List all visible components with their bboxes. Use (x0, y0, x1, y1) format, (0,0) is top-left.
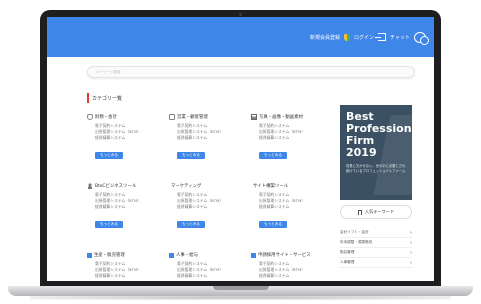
chat-icon[interactable] (414, 31, 429, 45)
more-button[interactable]: もっとみる (95, 152, 123, 159)
category-item-link[interactable]: 経費精算システム (95, 273, 167, 279)
media-icon (251, 114, 257, 120)
keyword-label: 勤怠管理 (340, 250, 355, 254)
category-item-link[interactable]: 経費精算システム (95, 204, 167, 210)
more-button[interactable]: もっとみる (177, 221, 205, 228)
category-item-list: 電子契約システム 出張管理システム（BTM） 経費精算システム (95, 123, 167, 141)
keyword-label: 年末調整・源泉徴収 (340, 240, 373, 244)
category-card: BtoCビジネスツール電子契約システム 出張管理システム（BTM） 経費精算システム… (87, 182, 167, 238)
laptop-base (8, 286, 473, 296)
keyword-label: 人事管理 (340, 260, 355, 264)
category-item-list: 電子契約システム 出張管理システム（BTM） 経費精算システム (259, 192, 331, 210)
category-title-text: サイト構築ツール (253, 184, 289, 189)
heading-accent-bar (87, 93, 89, 103)
category-item-link[interactable]: 経費精算システム (259, 204, 331, 210)
category-title-text: 申請採用サイト・サービス (258, 253, 311, 258)
category-item-link[interactable]: 経費精算システム (177, 273, 249, 279)
category-item-link[interactable]: 経費精算システム (259, 135, 331, 141)
category-card: 生産・販売管理電子契約システム出張管理システム（BTM）経費精算システムもっとみ… (87, 251, 167, 281)
chevron-right-icon: › (410, 249, 412, 256)
square-icon (87, 252, 92, 258)
popular-keywords-button[interactable]: 人気キーワード (340, 205, 412, 219)
category-card: 財務・会計電子契約システム 出張管理システム（BTM） 経費精算システムもっとみる (87, 113, 167, 169)
popular-keywords-label: 人気キーワード (364, 209, 395, 214)
category-item-list: 電子契約システム 出張管理システム（BTM） 経費精算システム (177, 123, 249, 141)
category-title[interactable]: 営業・顧客管理 (169, 113, 249, 121)
register-link[interactable]: 新規会員登録 (310, 34, 340, 41)
section-title: カテゴリ一覧 (92, 95, 123, 102)
keyword-link[interactable]: 人事管理 › (340, 258, 412, 268)
category-card: マーケティング電子契約システム 出張管理システム（BTM） 経費精算システムもっとみ… (169, 182, 249, 238)
category-item-link[interactable]: 経費精算システム (95, 135, 167, 141)
chevron-right-icon: › (410, 229, 412, 236)
keyword-link[interactable]: 年末調整・源泉徴収 › (340, 238, 412, 248)
login-link[interactable]: ログイン (354, 34, 374, 41)
banner-line-4: 2019 (346, 146, 377, 159)
section-heading: カテゴリ一覧 (87, 93, 122, 103)
category-title[interactable]: 生産・販売管理 (87, 251, 167, 259)
category-title-text: 財務・会計 (95, 115, 117, 120)
category-item-list: 電子契約システム 出張管理システム（BTM） 経費精算システム (95, 192, 167, 210)
category-item-link[interactable]: 経費精算システム (177, 135, 249, 141)
cart-icon (169, 114, 175, 120)
keyword-link[interactable]: 勤怠管理 › (340, 248, 412, 258)
hand-icon (87, 114, 93, 120)
category-item-list: 電子契約システム 出張管理システム（BTM） 経費精算システム (177, 261, 249, 279)
category-title-text: BtoCビジネスツール (95, 184, 137, 189)
more-button[interactable]: もっとみる (177, 152, 205, 159)
category-title-text: マーケティング (171, 184, 202, 189)
bookmark-icon (357, 209, 362, 215)
chevron-right-icon: › (410, 239, 412, 246)
keyword-list: 会計ソフト・会計 › 年末調整・源泉徴収 › 勤怠管理 › 人事管理 › (340, 228, 412, 268)
category-item-link[interactable]: 経費精算システム (259, 273, 331, 279)
category-title[interactable]: 人事・給与 (169, 251, 249, 259)
more-button[interactable]: もっとみる (259, 152, 287, 159)
banner-subtitle: 成長に欠かせない、世の中に必要とされ続けているプロフェッショナルファーム (346, 164, 406, 173)
category-title[interactable]: BtoCビジネスツール (87, 182, 167, 190)
category-title[interactable]: 申請採用サイト・サービス (251, 251, 331, 259)
category-item-list: 電子契約システム 出張管理システム（BTM） 経費精算システム (259, 261, 331, 279)
more-button[interactable]: もっとみる (259, 221, 287, 228)
chevron-right-icon: › (410, 259, 412, 266)
header-bar: 新規会員登録 ログイン チャット (47, 17, 434, 57)
chat-link[interactable]: チャット (390, 34, 410, 41)
keyword-label: 会計ソフト・会計 (340, 230, 369, 234)
more-button[interactable]: もっとみる (95, 221, 123, 228)
category-item-list: 電子契約システム 出張管理システム（BTM） 経費精算システム (95, 261, 167, 279)
square-icon (251, 252, 256, 258)
category-title[interactable]: 財務・会計 (87, 113, 167, 121)
category-title[interactable]: マーケティング (169, 182, 249, 190)
camera-dot (239, 13, 242, 16)
keyword-link[interactable]: 会計ソフト・会計 › (340, 228, 412, 238)
category-item-link[interactable]: 経費精算システム (177, 204, 249, 210)
category-card: 人事・給与電子契約システム出張管理システム（BTM）経費精算システムもっとみる (169, 251, 249, 281)
category-card: 営業・顧客管理電子契約システム 出張管理システム（BTM） 経費精算システムもっとみ… (169, 113, 249, 169)
category-title-text: 人事・給与 (176, 253, 198, 258)
best-professional-firm-banner[interactable]: Best Professional Firm 2019 成長に欠かせない、世の中… (340, 105, 412, 200)
category-title-text: 営業・顧客管理 (177, 115, 208, 120)
laptop-notch (212, 286, 269, 290)
category-grid: 財務・会計 電子契約システム 出張管理システム（BTM） 経費精算システム もっとみる営… (87, 113, 335, 281)
category-title-text: 生産・販売管理 (94, 253, 125, 258)
square-icon (169, 252, 174, 258)
category-item-list: 電子契約システム 出張管理システム（BTM） 経費精算システム (259, 123, 331, 141)
search-input[interactable]: キーワード検索 (87, 66, 415, 78)
category-card: 写真・画像・動画素材電子契約システム 出張管理システム（BTM） 経費精算システムも… (251, 113, 331, 169)
category-card: 申請採用サイト・サービス電子契約システム 出張管理システム（BTM） 経費精算システ… (251, 251, 331, 281)
person-icon (87, 183, 93, 189)
screen: 新規会員登録 ログイン チャット キーワード検索 カテゴリ一覧 財務・会計電子契… (47, 17, 434, 281)
category-title[interactable]: 写真・画像・動画素材 (251, 113, 331, 121)
beginner-leaf-icon (344, 33, 351, 41)
category-item-list: 電子契約システム 出張管理システム（BTM） 経費精算システム (177, 192, 249, 210)
category-title[interactable]: サイト構築ツール (251, 182, 331, 190)
category-title-text: 写真・画像・動画素材 (259, 115, 303, 120)
category-card: サイト構築ツール電子契約システム 出張管理システム（BTM） 経費精算システムもっと… (251, 182, 331, 238)
login-icon[interactable] (375, 33, 387, 41)
